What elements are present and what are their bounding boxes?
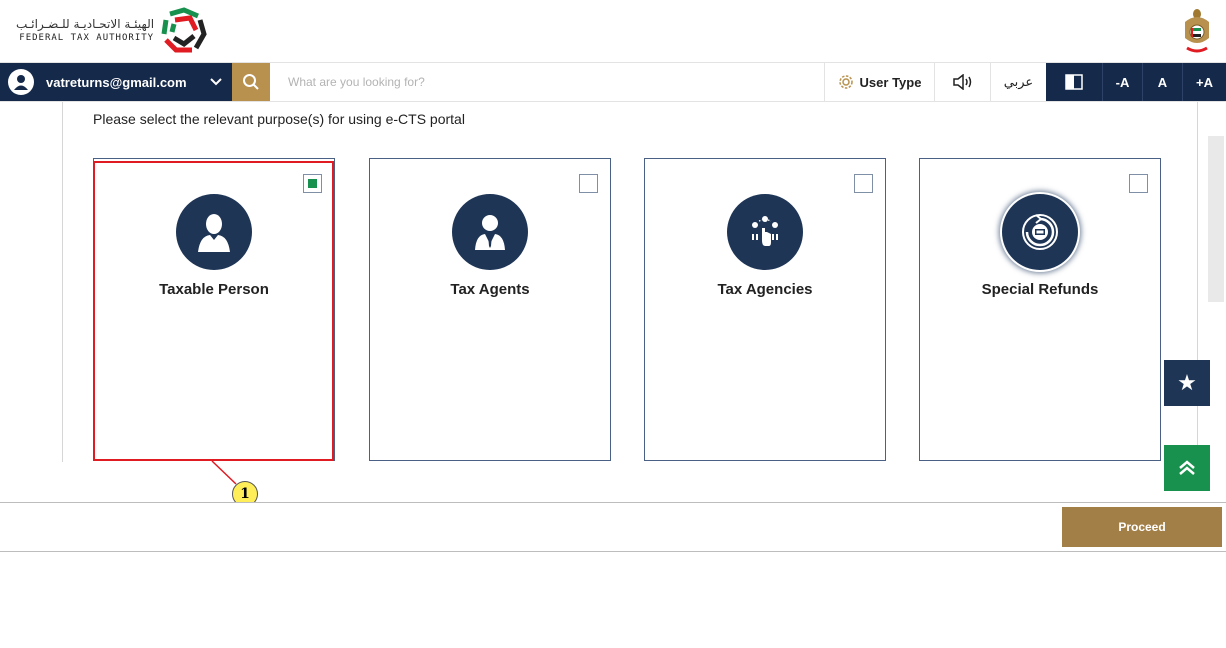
content-border-right xyxy=(1197,102,1198,462)
card-label-special-refunds: Special Refunds xyxy=(981,281,1099,298)
agent-icon xyxy=(452,194,528,270)
purpose-card-tax-agents[interactable]: Tax Agents xyxy=(369,158,611,461)
fta-logo[interactable]: الهيئـة الاتحـاديـة للـضـرائـب FEDERAL T… xyxy=(16,6,208,54)
checkbox-special-refunds[interactable] xyxy=(1129,174,1148,193)
user-email: vatreturns@gmail.com xyxy=(46,74,187,90)
purpose-card-tax-agencies[interactable]: Tax Agencies xyxy=(644,158,886,461)
instruction-text: Please select the relevant purpose(s) fo… xyxy=(93,111,465,127)
speaker-icon xyxy=(952,74,971,90)
font-normal-button[interactable]: A xyxy=(1142,63,1182,101)
selection-highlight-box xyxy=(93,161,334,461)
card-label-tax-agents: Tax Agents xyxy=(450,281,530,298)
logo-english-text: FEDERAL TAX AUTHORITY xyxy=(19,33,155,43)
card-label-tax-agencies: Tax Agencies xyxy=(717,281,813,298)
user-type-button[interactable]: User Type xyxy=(824,63,934,101)
scroll-to-top-button[interactable] xyxy=(1164,445,1210,491)
search-icon xyxy=(243,74,259,90)
top-toolbar: vatreturns@gmail.com User Type عربي -A A… xyxy=(0,62,1226,102)
uae-emblem-icon xyxy=(1185,9,1209,53)
user-avatar-icon xyxy=(8,69,34,95)
content-border-left xyxy=(62,102,63,462)
star-icon: ★ xyxy=(1177,370,1197,395)
site-header: الهيئـة الاتحـاديـة للـضـرائـب FEDERAL T… xyxy=(0,0,1226,62)
double-chevron-up-icon xyxy=(1179,460,1195,475)
checkbox-tax-agents[interactable] xyxy=(579,174,598,193)
checkbox-tax-agencies[interactable] xyxy=(854,174,873,193)
agencies-icon xyxy=(727,194,803,270)
contrast-icon xyxy=(1065,74,1083,90)
scrollbar[interactable] xyxy=(1208,136,1224,302)
arabic-language-button[interactable]: عربي xyxy=(990,63,1046,101)
user-account-dropdown[interactable]: vatreturns@gmail.com xyxy=(0,63,232,101)
logo-arabic-text: الهيئـة الاتحـاديـة للـضـرائـب xyxy=(16,17,155,31)
gear-icon xyxy=(838,75,853,89)
action-footer: Proceed xyxy=(0,502,1226,552)
font-decrease-button[interactable]: -A xyxy=(1102,63,1142,101)
favorites-button[interactable]: ★ xyxy=(1164,360,1210,406)
proceed-button[interactable]: Proceed xyxy=(1062,507,1222,547)
contrast-toggle-button[interactable] xyxy=(1046,63,1102,101)
fta-logo-icon xyxy=(161,7,207,53)
refund-icon xyxy=(1002,194,1078,270)
audio-button[interactable] xyxy=(934,63,990,101)
purpose-card-special-refunds[interactable]: Special Refunds xyxy=(919,158,1161,461)
search-button[interactable] xyxy=(232,63,270,101)
font-increase-button[interactable]: +A xyxy=(1182,63,1226,101)
chevron-down-icon[interactable] xyxy=(200,75,232,89)
search-input[interactable] xyxy=(270,63,824,101)
user-type-label: User Type xyxy=(859,74,922,90)
